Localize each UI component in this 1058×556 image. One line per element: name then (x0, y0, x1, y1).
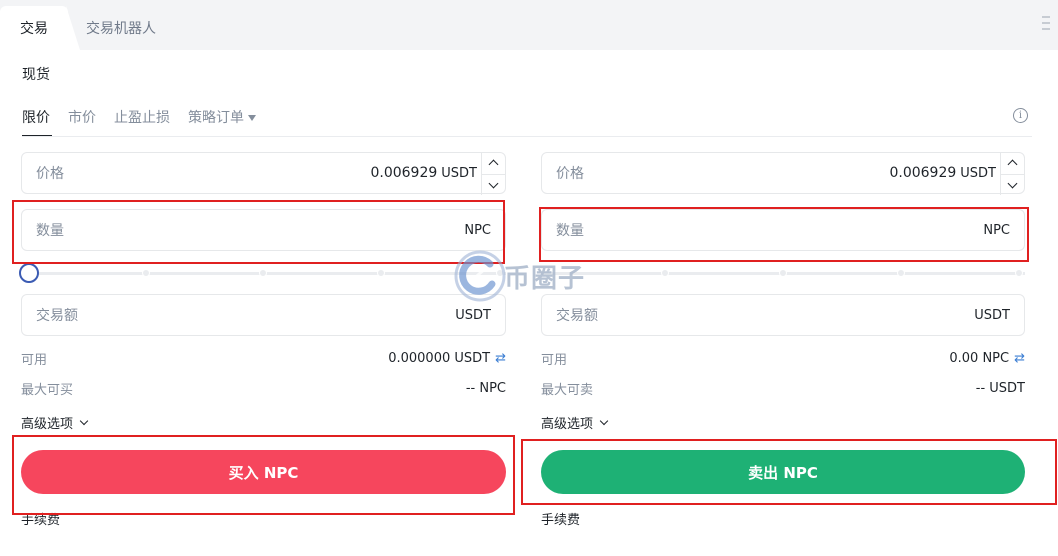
slider-mark-50[interactable] (779, 269, 787, 277)
buy-fee-label: 手续费 (21, 513, 61, 528)
slider-mark-25[interactable] (142, 269, 150, 277)
sell-price-decrement[interactable] (1001, 175, 1024, 196)
chevron-down-icon (599, 416, 609, 426)
sell-total-unit: USDT (974, 307, 1010, 323)
chevron-down-icon (1007, 178, 1018, 189)
sell-button[interactable]: 卖出 NPC (541, 450, 1025, 494)
sell-available-row: 可用 0.00 NPC ⇄ (541, 349, 1025, 368)
chevron-up-icon (488, 159, 499, 170)
buy-total-label: 交易额 (36, 308, 78, 324)
sell-amount-unit: NPC (983, 222, 1010, 238)
buy-total-field[interactable]: 交易额 USDT (21, 294, 506, 336)
buy-price-decrement[interactable] (482, 175, 505, 196)
sell-max-label: 最大可卖 (541, 383, 594, 398)
buy-available-label: 可用 (21, 353, 48, 368)
buy-price-label: 价格 (36, 166, 64, 182)
tab-market[interactable]: 市价 (68, 107, 96, 137)
sell-amount-field[interactable]: 数量 NPC (541, 209, 1025, 251)
tab-strategy-order[interactable]: 策略订单 (188, 107, 256, 137)
buy-advanced-label: 高级选项 (21, 417, 74, 432)
buy-price-stepper (481, 153, 505, 195)
order-type-tabs: 限价 市价 止盈止损 策略订单 (22, 107, 274, 137)
buy-total-unit: USDT (455, 307, 491, 323)
sell-price-value: 0.006929 (889, 165, 957, 181)
slider-mark-100[interactable] (1015, 269, 1023, 277)
top-tab-bar: 交易 交易机器人 (0, 0, 1058, 50)
buy-max-value: -- NPC (465, 381, 506, 396)
sell-total-label: 交易额 (556, 308, 598, 324)
caret-down-icon (248, 115, 256, 121)
sell-available-value: 0.00 NPC (949, 351, 1010, 366)
slider-handle[interactable] (19, 263, 39, 283)
sell-total-field[interactable]: 交易额 USDT (541, 294, 1025, 336)
buy-price-unit: USDT (441, 165, 477, 181)
sell-max-row: 最大可卖 -- USDT (541, 379, 1025, 398)
tabs-divider (22, 136, 1032, 137)
info-icon[interactable]: i (1013, 108, 1028, 123)
sell-price-increment[interactable] (1001, 153, 1024, 175)
sell-price-label: 价格 (556, 166, 584, 182)
sell-amount-label: 数量 (556, 223, 584, 239)
slider-mark-100[interactable] (496, 269, 504, 277)
sell-advanced-options[interactable]: 高级选项 (541, 413, 609, 432)
tab-strategy-label: 策略订单 (188, 110, 244, 126)
chevron-up-icon (1007, 159, 1018, 170)
buy-amount-unit: NPC (464, 222, 491, 238)
spot-label: 现货 (22, 67, 50, 83)
slider-mark-75[interactable] (897, 269, 905, 277)
sell-percent-slider[interactable] (541, 263, 1025, 283)
buy-max-row: 最大可买 -- NPC (21, 379, 506, 398)
slider-mark-25[interactable] (661, 269, 669, 277)
sell-price-stepper (1000, 153, 1024, 195)
sell-fee-label: 手续费 (541, 513, 581, 528)
menu-icon[interactable] (1042, 16, 1050, 30)
chevron-down-icon (79, 416, 89, 426)
tab-trade-label: 交易 (20, 21, 48, 37)
buy-available-row: 可用 0.000000 USDT ⇄ (21, 349, 506, 368)
buy-price-value: 0.006929 (370, 165, 438, 181)
sell-available-label: 可用 (541, 353, 568, 368)
sell-button-label: 卖出 NPC (748, 463, 818, 482)
buy-max-label: 最大可买 (21, 383, 74, 398)
swap-icon[interactable]: ⇄ (495, 351, 506, 366)
tab-tp-sl[interactable]: 止盈止损 (114, 107, 170, 137)
buy-percent-slider[interactable] (19, 263, 506, 283)
sell-price-field[interactable]: 价格 0.006929 USDT (541, 152, 1025, 195)
buy-amount-field[interactable]: 数量 NPC (21, 209, 506, 251)
slider-mark-50[interactable] (259, 269, 267, 277)
buy-advanced-options[interactable]: 高级选项 (21, 413, 89, 432)
sell-max-value: -- USDT (975, 381, 1025, 396)
chevron-down-icon (488, 178, 499, 189)
buy-price-field[interactable]: 价格 0.006929 USDT (21, 152, 506, 195)
buy-button-label: 买入 NPC (228, 463, 299, 482)
tab-limit[interactable]: 限价 (22, 107, 52, 137)
buy-price-increment[interactable] (482, 153, 505, 175)
sell-advanced-label: 高级选项 (541, 417, 594, 432)
buy-amount-label: 数量 (36, 223, 64, 239)
tab-trading-bot[interactable]: 交易机器人 (86, 18, 156, 38)
buy-available-value: 0.000000 USDT (388, 351, 491, 366)
swap-icon[interactable]: ⇄ (1014, 351, 1025, 366)
tab-trade[interactable]: 交易 (0, 6, 68, 50)
sell-price-unit: USDT (960, 165, 996, 181)
slider-mark-75[interactable] (377, 269, 385, 277)
buy-button[interactable]: 买入 NPC (21, 450, 506, 494)
